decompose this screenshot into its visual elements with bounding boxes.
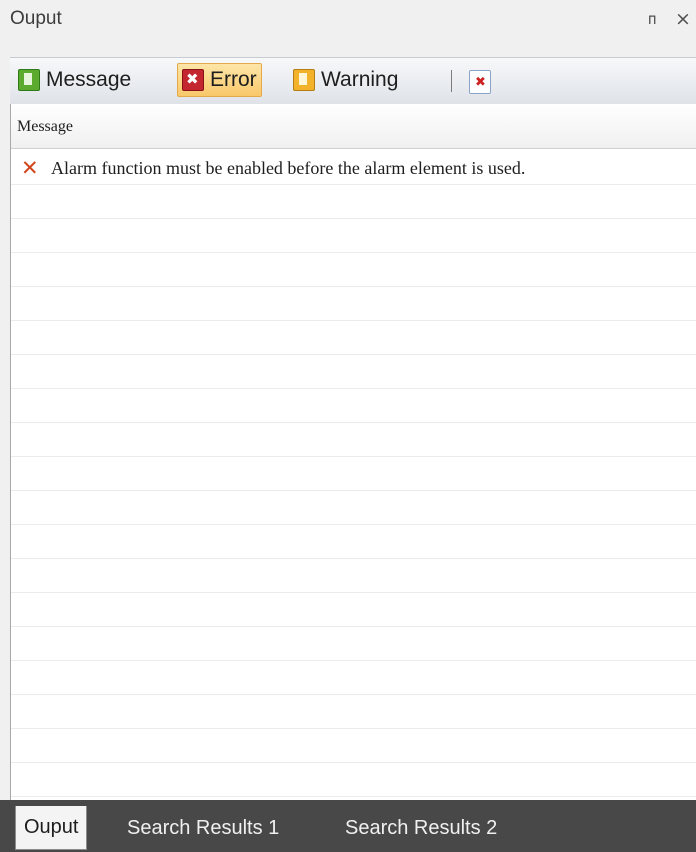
column-header-label: Message [17,118,73,135]
pin-icon[interactable]: ᴨ [648,10,656,28]
error-x-icon: ✕ [21,156,39,180]
close-icon[interactable]: × [675,8,691,30]
warning-filter-label: Warning [321,68,399,91]
grid-rows-background [11,151,696,800]
error-filter-button[interactable]: Error [177,63,262,97]
row-message: Alarm function must be enabled before th… [51,158,526,178]
panel-title: Ouput [10,8,62,29]
output-grid: Message ✕ Alarm function must be enabled… [10,104,696,800]
error-icon [182,69,204,91]
panel-titlebar: Ouput ᴨ × [0,0,696,42]
error-filter-label: Error [210,68,257,91]
tab-output-label: Ouput [24,816,79,838]
tab-search-results-2-label: Search Results 2 [345,816,498,839]
output-toolbar: Message Error Warning [10,57,696,105]
tab-output[interactable]: Ouput [15,806,88,850]
message-icon [18,69,40,91]
bottom-tabbar: Ouput Search Results 1 Search Results 2 [0,800,696,852]
table-row[interactable]: ✕ Alarm function must be enabled before … [11,151,696,185]
column-header-message[interactable]: Message [11,104,696,149]
warning-filter-button[interactable]: Warning [289,63,402,97]
warning-icon [293,69,315,91]
toolbar-separator [451,70,452,92]
tab-search-results-1-label: Search Results 1 [127,816,280,839]
tab-search-results-1[interactable]: Search Results 1 [119,806,287,850]
message-filter-button[interactable]: Message [14,63,135,97]
clear-output-icon[interactable] [469,70,491,94]
tab-search-results-2[interactable]: Search Results 2 [337,806,505,850]
message-filter-label: Message [46,68,132,91]
